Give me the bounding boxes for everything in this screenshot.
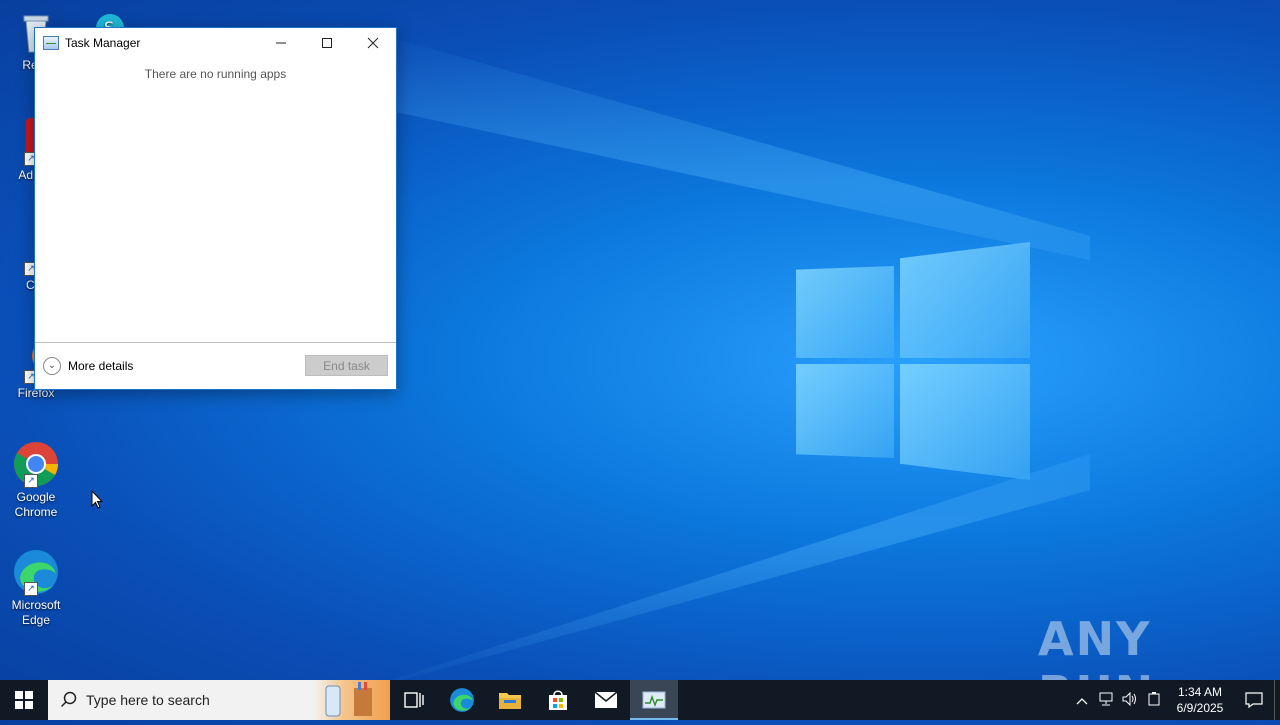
desktop-icon-label: Google Chrome — [14, 490, 58, 519]
window-title: Task Manager — [65, 36, 141, 50]
store-icon — [549, 690, 567, 710]
notification-icon — [1245, 692, 1263, 708]
volume-icon[interactable] — [1118, 691, 1142, 709]
show-hidden-icons-chevron-up-icon[interactable] — [1070, 693, 1094, 708]
taskbar-mail-button[interactable] — [582, 680, 630, 720]
search-box[interactable]: Type here to search — [48, 680, 390, 720]
task-manager-icon — [642, 691, 666, 709]
taskbar-file-explorer-button[interactable] — [486, 680, 534, 720]
clock-time: 1:34 AM — [1177, 685, 1223, 699]
task-view-icon — [404, 692, 424, 708]
clock-date: 6/9/2025 — [1176, 701, 1224, 715]
window-footer: ⌄ More details End task — [35, 342, 396, 389]
empty-message: There are no running apps — [144, 67, 287, 81]
desktop-icon-microsoft-edge[interactable]: ↗ Microsoft Edge — [0, 548, 72, 628]
close-button[interactable] — [350, 28, 396, 58]
taskbar: Type here to search 1:34 AM 6/9/2025 — [0, 680, 1280, 720]
task-manager-window[interactable]: Task Manager There are no running apps ⌄… — [34, 27, 397, 390]
title-bar[interactable]: Task Manager — [35, 28, 396, 58]
more-details-link[interactable]: More details — [68, 359, 305, 373]
desktop-icon-label: Microsoft Edge — [11, 598, 61, 627]
task-view-button[interactable] — [390, 680, 438, 720]
taskbar-clock[interactable]: 1:34 AM 6/9/2025 — [1166, 684, 1234, 716]
mouse-cursor-icon — [91, 490, 103, 509]
edge-icon: ↗ — [12, 548, 60, 596]
battery-icon[interactable] — [1142, 691, 1166, 709]
maximize-icon — [322, 38, 332, 48]
start-icon — [15, 691, 33, 709]
chrome-icon: ↗ — [12, 440, 60, 488]
end-task-button[interactable]: End task — [305, 355, 388, 376]
maximize-button[interactable] — [304, 28, 350, 58]
minimize-icon — [276, 42, 286, 44]
taskbar-edge-button[interactable] — [438, 680, 486, 720]
show-desktop-button[interactable] — [1274, 680, 1280, 720]
task-manager-icon — [43, 36, 59, 50]
taskbar-store-button[interactable] — [534, 680, 582, 720]
search-placeholder: Type here to search — [86, 692, 210, 708]
search-highlight-image — [314, 680, 390, 720]
network-icon[interactable] — [1094, 692, 1118, 709]
start-button[interactable] — [0, 680, 48, 720]
system-tray: 1:34 AM 6/9/2025 — [1070, 680, 1280, 720]
edge-icon — [450, 688, 474, 712]
windows-logo-wallpaper — [796, 242, 1030, 480]
chevron-down-icon[interactable]: ⌄ — [43, 356, 61, 375]
action-center-button[interactable] — [1234, 692, 1274, 708]
desktop-icon-google-chrome[interactable]: ↗ Google Chrome — [0, 440, 72, 520]
search-icon — [60, 691, 77, 708]
minimize-button[interactable] — [258, 28, 304, 58]
app-list[interactable]: There are no running apps — [35, 58, 396, 343]
close-icon — [367, 37, 379, 49]
file-explorer-icon — [499, 693, 521, 709]
mail-icon — [594, 691, 618, 708]
taskbar-task-manager-button[interactable] — [630, 680, 678, 720]
